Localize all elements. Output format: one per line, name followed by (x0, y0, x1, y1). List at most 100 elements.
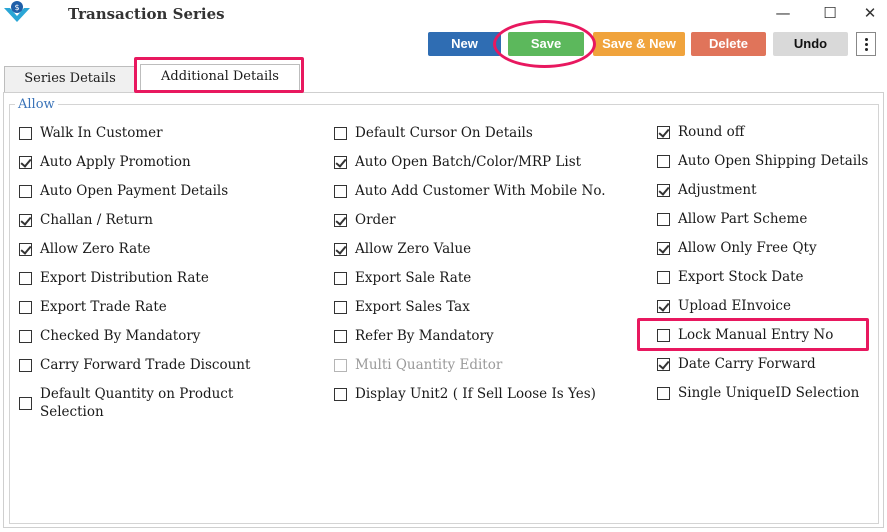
checkbox-label: Auto Open Shipping Details (678, 153, 869, 169)
checkbox-row[interactable]: Single UniqueID Selection (657, 384, 859, 402)
checkbox-row[interactable]: Auto Open Batch/Color/MRP List (334, 153, 581, 171)
checkbox-label: Refer By Mandatory (355, 328, 494, 344)
checkbox[interactable] (657, 271, 670, 284)
checkbox[interactable] (19, 272, 32, 285)
checkbox-row[interactable]: Export Stock Date (657, 268, 804, 286)
checkbox[interactable] (334, 388, 347, 401)
checkbox[interactable] (657, 126, 670, 139)
checkbox[interactable] (657, 242, 670, 255)
checkbox-row[interactable]: Default Quantity on Product Selection (19, 385, 250, 421)
checkbox[interactable] (19, 156, 32, 169)
tab-series-details[interactable]: Series Details (4, 66, 136, 92)
save-highlight-ellipse (493, 20, 596, 68)
checkbox[interactable] (19, 214, 32, 227)
checkbox[interactable] (334, 301, 347, 314)
checkbox-row[interactable]: Auto Apply Promotion (19, 153, 191, 171)
checkbox[interactable] (657, 387, 670, 400)
more-options-icon[interactable] (856, 32, 876, 56)
checkbox-label: Export Stock Date (678, 269, 804, 285)
checkbox-label: Allow Zero Value (355, 241, 472, 257)
checkbox-row[interactable]: Upload EInvoice (657, 297, 791, 315)
checkbox-row[interactable]: Allow Only Free Qty (657, 239, 817, 257)
checkbox-row[interactable]: Allow Zero Value (334, 240, 471, 258)
checkbox-row[interactable]: Round off (657, 123, 744, 141)
checkbox-label: Default Quantity on Product Selection (40, 386, 234, 420)
checkbox-label: Upload EInvoice (678, 298, 791, 314)
checkbox-label: Multi Quantity Editor (355, 357, 503, 373)
delete-button[interactable]: Delete (691, 32, 766, 56)
checkbox-row[interactable]: Carry Forward Trade Discount (19, 356, 250, 374)
checkbox-row[interactable]: Adjustment (657, 181, 757, 199)
checkbox-row[interactable]: Auto Open Payment Details (19, 182, 228, 200)
checkbox-label: Walk In Customer (40, 125, 163, 141)
checkbox[interactable] (19, 185, 32, 198)
checkbox-row[interactable]: Export Sale Rate (334, 269, 471, 287)
checkbox-label: Auto Open Payment Details (40, 183, 229, 199)
checkbox[interactable] (657, 213, 670, 226)
checkbox-row[interactable]: Export Trade Rate (19, 298, 167, 316)
checkbox-label: Challan / Return (40, 212, 154, 228)
checkbox-label: Export Trade Rate (40, 299, 167, 315)
checkbox-label: Order (355, 212, 396, 228)
window-title: Transaction Series (68, 5, 225, 23)
checkbox-label: Export Distribution Rate (40, 270, 209, 286)
checkbox-row[interactable]: Export Sales Tax (334, 298, 470, 316)
save-and-new-button[interactable]: Save & New (593, 32, 685, 56)
checkbox[interactable] (657, 155, 670, 168)
checkbox-row[interactable]: Checked By Mandatory (19, 327, 200, 345)
additional-details-highlight (134, 57, 304, 93)
checkbox[interactable] (19, 359, 32, 372)
checkbox-label: Round off (678, 124, 745, 140)
checkbox[interactable] (334, 330, 347, 343)
checkbox-row[interactable]: Export Distribution Rate (19, 269, 209, 287)
new-button[interactable]: New (428, 32, 501, 56)
checkbox-label: Auto Add Customer With Mobile No. (355, 183, 606, 199)
checkbox-row[interactable]: Order (334, 211, 396, 229)
checkbox-label: Adjustment (678, 182, 757, 198)
checkbox-label: Carry Forward Trade Discount (40, 357, 251, 373)
checkbox-row[interactable]: Allow Part Scheme (657, 210, 807, 228)
checkbox-label: Allow Zero Rate (40, 241, 151, 257)
checkbox-row[interactable]: Display Unit2 ( If Sell Loose Is Yes) (334, 385, 596, 403)
checkbox-row[interactable]: Auto Open Shipping Details (657, 152, 868, 170)
checkbox[interactable] (334, 127, 347, 140)
checkbox-label: Allow Part Scheme (678, 211, 808, 227)
maximize-icon[interactable]: ☐ (815, 2, 845, 24)
close-icon[interactable]: ✕ (855, 2, 885, 24)
checkbox[interactable] (334, 185, 347, 198)
undo-button[interactable]: Undo (773, 32, 848, 56)
checkbox[interactable] (657, 184, 670, 197)
checkbox-row[interactable]: Allow Zero Rate (19, 240, 151, 258)
checkbox[interactable] (19, 127, 32, 140)
checkbox[interactable] (334, 214, 347, 227)
checkbox-row[interactable]: Challan / Return (19, 211, 153, 229)
checkbox-label: Export Sales Tax (355, 299, 470, 315)
checkbox-row[interactable]: Refer By Mandatory (334, 327, 494, 345)
checkbox-label: Auto Open Batch/Color/MRP List (355, 154, 582, 170)
checkbox-row[interactable]: Date Carry Forward (657, 355, 816, 373)
checkbox[interactable] (334, 272, 347, 285)
checkbox[interactable] (657, 358, 670, 371)
svg-text:$: $ (14, 3, 19, 12)
checkbox-row[interactable]: Auto Add Customer With Mobile No. (334, 182, 606, 200)
checkbox-label: Display Unit2 ( If Sell Loose Is Yes) (355, 386, 596, 402)
checkbox-label: Auto Apply Promotion (40, 154, 191, 170)
checkbox-row[interactable]: Default Cursor On Details (334, 124, 533, 142)
minimize-icon[interactable]: — (768, 2, 798, 24)
checkbox-label: Checked By Mandatory (40, 328, 201, 344)
checkbox-row[interactable]: Walk In Customer (19, 124, 163, 142)
checkbox[interactable] (19, 301, 32, 314)
checkbox[interactable] (334, 243, 347, 256)
checkbox[interactable] (334, 156, 347, 169)
checkbox[interactable] (19, 397, 32, 410)
checkbox (334, 359, 347, 372)
checkbox-label: Export Sale Rate (355, 270, 472, 286)
checkbox-label: Date Carry Forward (678, 356, 816, 372)
checkbox[interactable] (657, 300, 670, 313)
checkbox-row: Multi Quantity Editor (334, 356, 502, 374)
title-bar: $ Transaction Series — ☐ ✕ (0, 0, 887, 28)
lock-manual-entry-highlight (637, 318, 869, 351)
checkbox[interactable] (19, 243, 32, 256)
app-logo-icon: $ (4, 1, 30, 22)
checkbox[interactable] (19, 330, 32, 343)
